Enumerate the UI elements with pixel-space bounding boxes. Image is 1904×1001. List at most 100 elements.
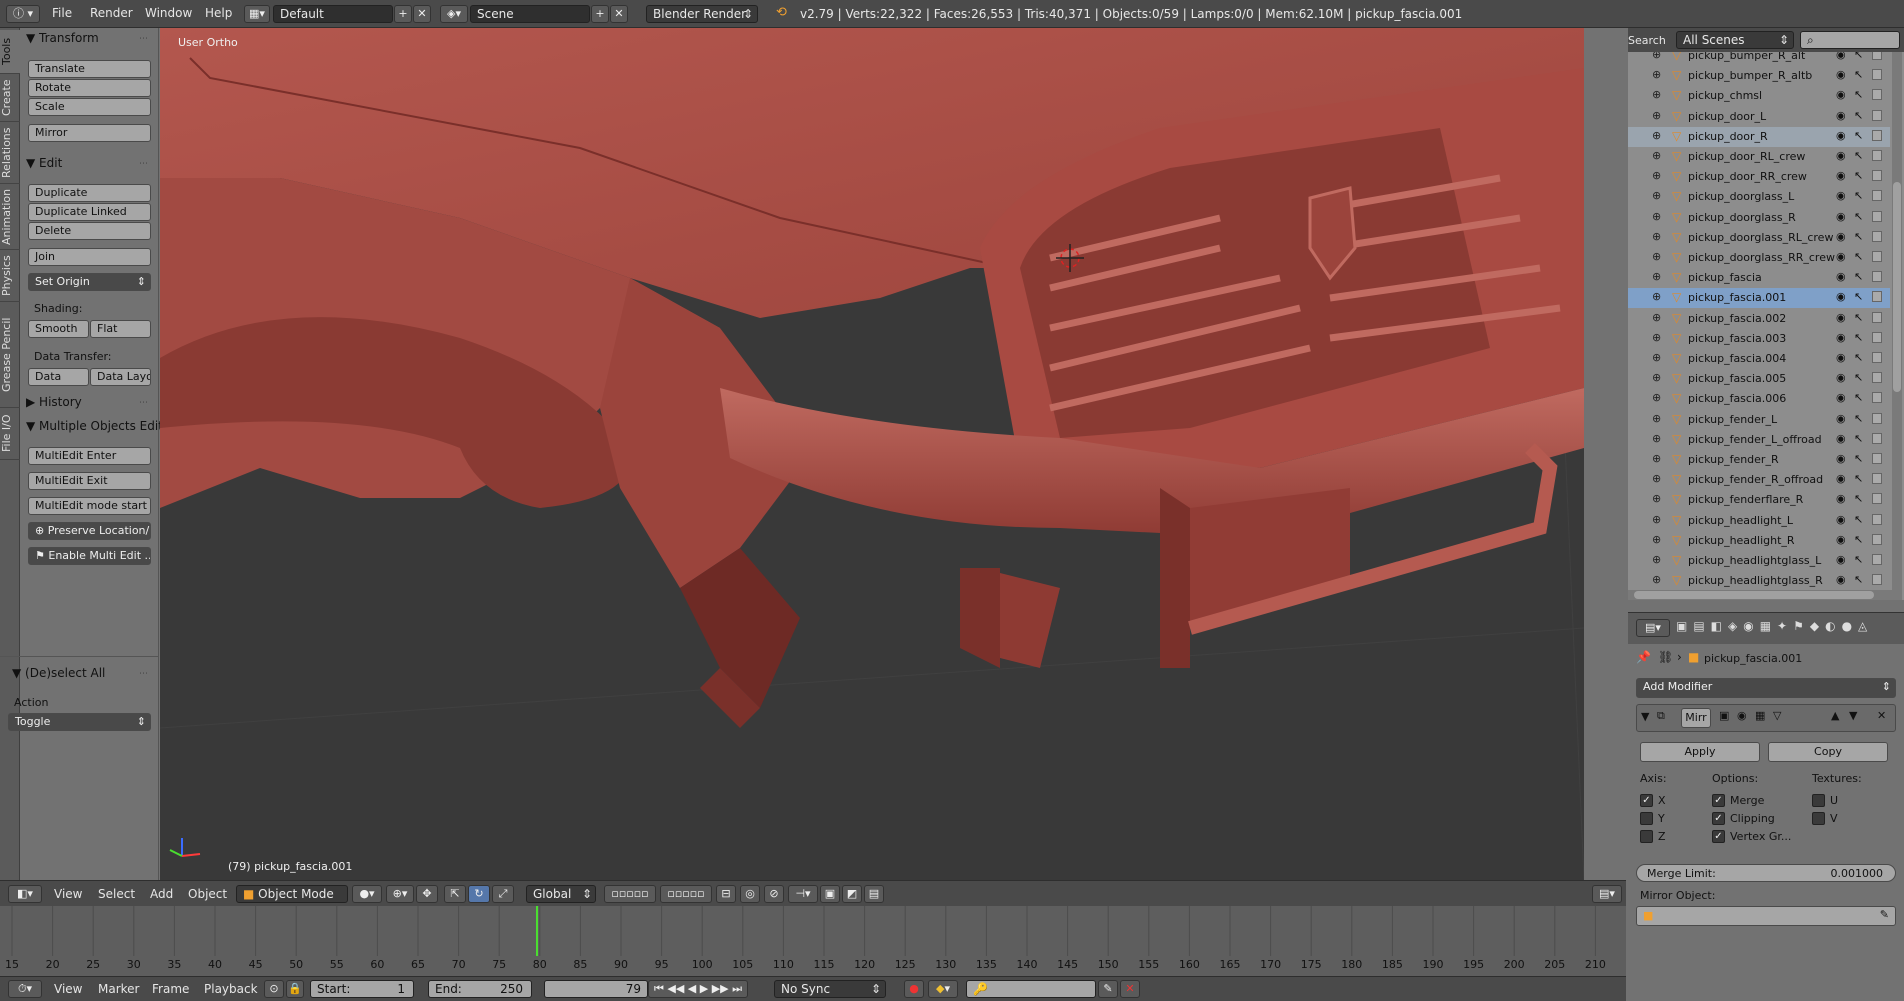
cursor-icon[interactable]: ↖ — [1854, 189, 1863, 202]
expand-icon[interactable]: ⊕ — [1652, 52, 1661, 61]
axis-x-checkbox[interactable]: ✓ — [1640, 794, 1653, 807]
menu-timeline-view[interactable]: View — [54, 982, 82, 996]
scale-button[interactable]: Scale — [28, 98, 151, 116]
delete-keyframe-icon[interactable]: ✕ — [1120, 980, 1140, 998]
eye-icon[interactable]: ◉ — [1836, 169, 1846, 182]
eye-icon[interactable]: ◉ — [1836, 129, 1846, 142]
expand-icon[interactable]: ⊕ — [1652, 250, 1661, 263]
multiedit-exit-button[interactable]: MultiEdit Exit — [28, 472, 151, 490]
render-icon[interactable] — [1872, 190, 1882, 202]
mirror-object-field[interactable]: ■ ✎ — [1636, 906, 1896, 926]
delete-button[interactable]: Delete — [28, 222, 151, 240]
expand-icon[interactable]: ⊕ — [1652, 472, 1661, 485]
cursor-icon[interactable]: ↖ — [1854, 553, 1863, 566]
render-icon[interactable] — [1872, 150, 1882, 161]
options-merge-checkbox[interactable]: ✓ — [1712, 794, 1725, 807]
outliner-scroll-thumb[interactable] — [1893, 182, 1901, 392]
render-icon[interactable] — [1872, 69, 1882, 81]
editor-type-timeline-button[interactable]: ⏱▾ — [8, 980, 42, 998]
render-display-icon[interactable]: ◉ — [1737, 709, 1747, 722]
apply-button[interactable]: Apply — [1640, 742, 1760, 762]
outliner-item[interactable]: ⊕ ▽ pickup_fascia.002 ◉ ↖ — [1628, 309, 1890, 329]
scale-manipulator-icon[interactable]: ⤢ — [492, 885, 514, 903]
render-icon[interactable] — [1872, 473, 1882, 485]
cursor-icon[interactable]: ↖ — [1854, 129, 1863, 142]
panel-transform-header[interactable]: ▼ Transform — [26, 31, 99, 45]
outliner-item[interactable]: ⊕ ▽ pickup_chmsl ◉ ↖ — [1628, 86, 1890, 106]
start-frame-field[interactable]: Start: 1 — [310, 980, 414, 998]
cursor-icon[interactable]: ↖ — [1854, 109, 1863, 122]
editmode-display-icon[interactable]: ▦ — [1755, 709, 1765, 722]
current-frame-field[interactable]: 79 — [544, 980, 648, 998]
record-icon[interactable]: ● — [904, 980, 924, 998]
render-icon[interactable] — [1872, 352, 1882, 363]
outliner-item[interactable]: ⊕ ▽ pickup_fascia.001 ◉ ↖ — [1628, 288, 1890, 309]
expand-icon[interactable]: ⊕ — [1652, 149, 1661, 162]
outliner-item[interactable]: ⊕ ▽ pickup_fascia.005 ◉ ↖ — [1628, 369, 1890, 389]
eye-icon[interactable]: ◉ — [1836, 52, 1846, 61]
playhead[interactable] — [536, 906, 538, 956]
outliner-item[interactable]: ⊕ ▽ pickup_fascia.006 ◉ ↖ — [1628, 389, 1890, 409]
layers-block-2[interactable]: ▫▫▫▫▫ — [660, 885, 712, 903]
eye-icon[interactable]: ◉ — [1836, 573, 1846, 586]
expand-icon[interactable]: ⊕ — [1652, 391, 1661, 404]
eye-icon[interactable]: ◉ — [1836, 371, 1846, 384]
expand-icon[interactable]: ⊕ — [1652, 351, 1661, 364]
multiedit-mode-start-button[interactable]: MultiEdit mode start — [28, 497, 151, 515]
copy-button[interactable]: Copy — [1768, 742, 1888, 762]
expand-icon[interactable]: ⊕ — [1652, 492, 1661, 505]
outliner-item[interactable]: ⊕ ▽ pickup_door_R ◉ ↖ — [1628, 126, 1890, 147]
outliner-scrollbar[interactable] — [1892, 52, 1902, 600]
eye-icon[interactable]: ◉ — [1836, 391, 1846, 404]
eye-icon[interactable]: ◉ — [1836, 452, 1846, 465]
lock-range-icon[interactable]: 🔒 — [286, 980, 304, 998]
pivot-point-button[interactable]: ⊕▾ — [386, 885, 414, 903]
editor-type-info-button[interactable]: ⓘ ▾ — [6, 5, 40, 23]
tab-tools[interactable]: Tools — [0, 30, 20, 74]
cursor-icon[interactable]: ↖ — [1854, 270, 1863, 283]
render-icon[interactable] — [1872, 129, 1882, 141]
cage-display-icon[interactable]: ▽ — [1773, 709, 1781, 722]
viewport-shading-button[interactable]: ●▾ — [352, 885, 382, 903]
scene-icon[interactable]: ◈▾ — [440, 5, 468, 23]
render-engine-selector[interactable]: Blender Render ⇕ — [646, 5, 758, 23]
panel-grip-icon[interactable]: ⋯ — [139, 669, 148, 679]
move-up-icon[interactable]: ▲ — [1831, 709, 1839, 722]
editor-type-properties-button[interactable]: ▤▾ — [1592, 885, 1622, 903]
menu-window[interactable]: Window — [145, 6, 192, 20]
cursor-icon[interactable]: ↖ — [1854, 331, 1863, 344]
collapse-modifier-icon[interactable]: ▼ — [1641, 710, 1649, 723]
expand-icon[interactable]: ⊕ — [1652, 452, 1661, 465]
expand-icon[interactable]: ⊕ — [1652, 129, 1661, 142]
join-button[interactable]: Join — [28, 248, 151, 266]
outliner-item[interactable]: ⊕ ▽ pickup_bumper_R_altb ◉ ↖ — [1628, 66, 1890, 86]
duplicate-button[interactable]: Duplicate — [28, 184, 151, 202]
render-icon[interactable] — [1872, 554, 1882, 565]
expand-icon[interactable]: ⊕ — [1652, 230, 1661, 243]
rotate-button[interactable]: Rotate — [28, 79, 151, 97]
add-layout-icon[interactable]: + — [394, 5, 412, 23]
outliner-item[interactable]: ⊕ ▽ pickup_fender_R_offroad ◉ ↖ — [1628, 470, 1890, 490]
render-icon[interactable] — [1872, 513, 1882, 525]
eye-icon[interactable]: ◉ — [1836, 311, 1846, 324]
expand-icon[interactable]: ⊕ — [1652, 311, 1661, 324]
outliner-item[interactable]: ⊕ ▽ pickup_fender_L_offroad ◉ ↖ — [1628, 430, 1890, 450]
keying-set-field[interactable]: 🔑 — [966, 980, 1096, 998]
layers-block-1[interactable]: ▫▫▫▫▫ — [604, 885, 656, 903]
layout-selector[interactable]: Default — [273, 5, 393, 23]
panel-multi-edit-header[interactable]: ▼ Multiple Objects Edit — [26, 419, 163, 433]
cursor-icon[interactable]: ↖ — [1854, 533, 1863, 546]
eye-icon[interactable]: ◉ — [1836, 250, 1846, 263]
panel-grip-icon[interactable]: ⋯ — [139, 159, 148, 169]
outliner-item[interactable]: ⊕ ▽ pickup_fascia.004 ◉ ↖ — [1628, 349, 1890, 369]
clapper-icon[interactable]: ▤ — [864, 885, 884, 903]
outliner-item[interactable]: ⊕ ▽ pickup_doorglass_R ◉ ↖ — [1628, 208, 1890, 228]
add-modifier-dropdown[interactable]: Add Modifier ⇕ — [1636, 678, 1896, 698]
render-icon[interactable] — [1872, 291, 1882, 303]
outliner-item[interactable]: ⊕ ▽ pickup_door_RR_crew ◉ ↖ — [1628, 167, 1890, 187]
eye-icon[interactable]: ◉ — [1836, 351, 1846, 364]
editor-type-3d-button[interactable]: ◧▾ — [8, 885, 42, 903]
set-origin-dropdown[interactable]: Set Origin ⇕ — [28, 273, 151, 291]
outliner-display-mode[interactable]: All Scenes ⇕ — [1676, 31, 1794, 49]
axis-y-checkbox[interactable] — [1640, 812, 1653, 825]
